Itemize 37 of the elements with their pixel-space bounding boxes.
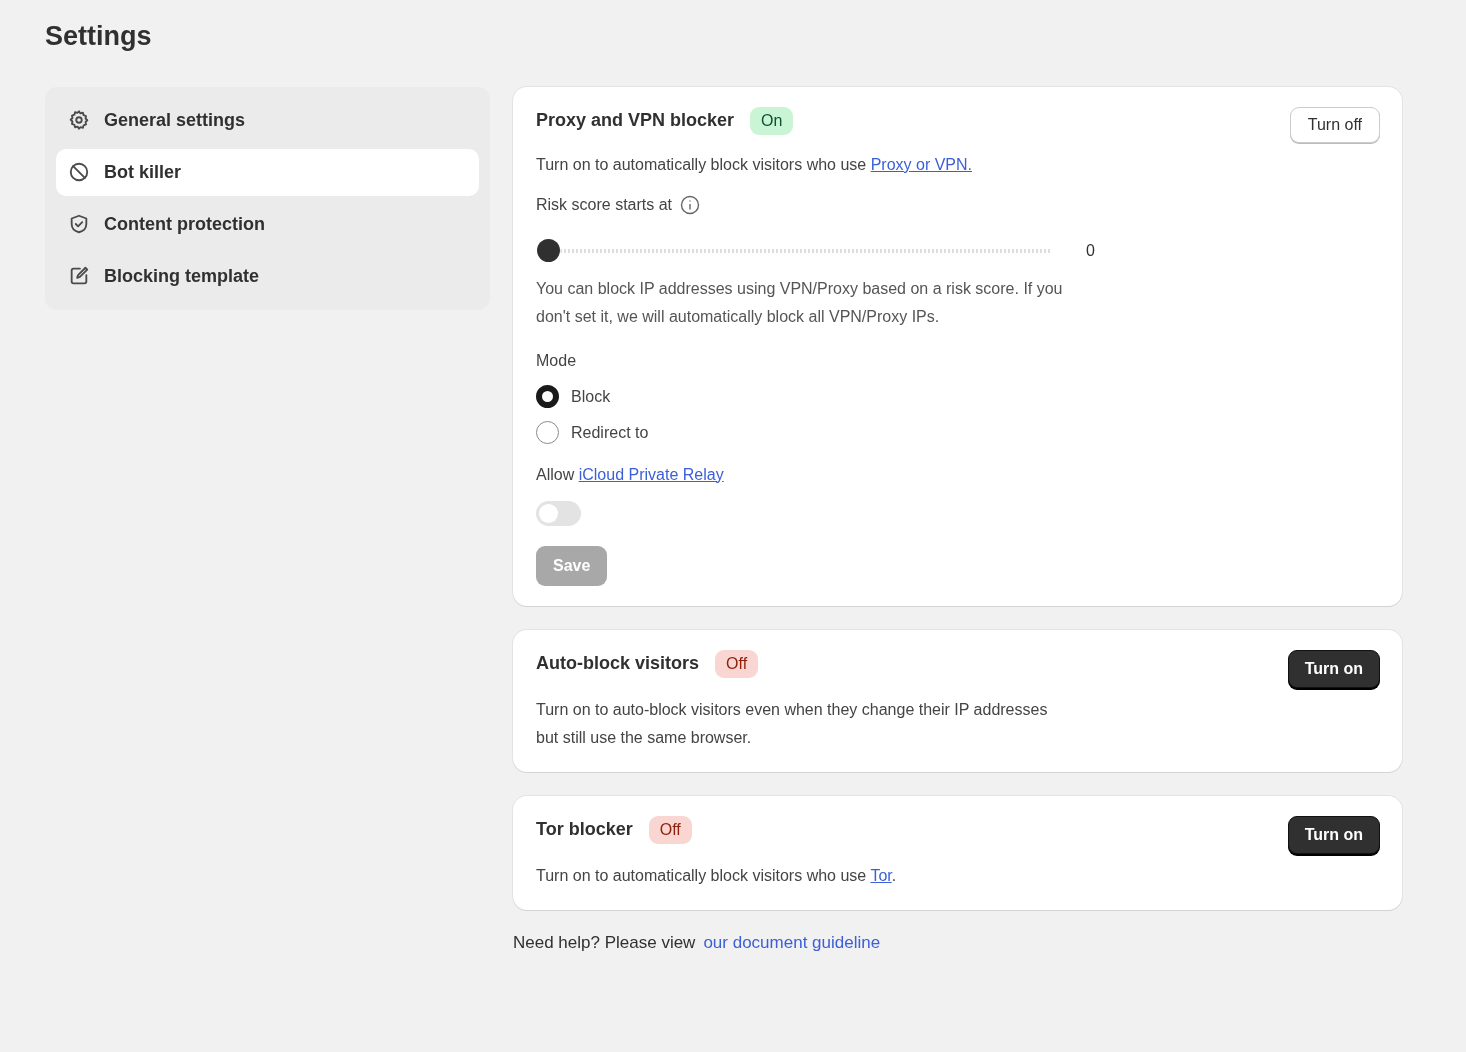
- description-link[interactable]: Tor: [870, 866, 892, 884]
- turn-off-button[interactable]: Turn off: [1289, 106, 1380, 143]
- description-link[interactable]: Proxy or VPN.: [870, 155, 973, 173]
- turn-on-button[interactable]: Turn on: [1287, 815, 1380, 854]
- field-label: Risk score starts at: [536, 194, 673, 215]
- card-description: Turn on to auto-block visitors even when they change their IP addresses but still use the same browser.: [536, 699, 1049, 748]
- status-badge: On: [750, 106, 794, 135]
- card-description: Turn on to automatically block visitors who use Proxy or VPN.: [536, 154, 974, 175]
- help-text: Need help? Please view: [513, 932, 696, 952]
- help-text: You can block IP addresses using VPN/Proxy based on a risk score. If you don't set it, we will automatically block all VPN/Proxy IPs.: [536, 278, 1064, 327]
- status-badge: Off: [648, 815, 692, 844]
- slider-value: 0: [1086, 240, 1095, 261]
- relay-link[interactable]: iCloud Private Relay: [578, 465, 724, 483]
- edit-icon: [68, 265, 90, 287]
- guideline-link[interactable]: our document guideline: [703, 932, 881, 952]
- info-icon[interactable]: [680, 194, 701, 215]
- radio-button[interactable]: [536, 385, 559, 408]
- field-label: Mode: [536, 350, 578, 371]
- sidebar-item[interactable]: Bot killer: [56, 148, 479, 196]
- slider-thumb[interactable]: [537, 239, 560, 262]
- status-badge: Off: [715, 649, 759, 678]
- card-title: Auto-block visitors: [536, 652, 700, 675]
- card-title: Tor blocker: [536, 818, 633, 841]
- card-title: Proxy and VPN blocker: [536, 109, 735, 132]
- radio-label: Redirect to: [571, 422, 649, 443]
- turn-on-button[interactable]: Turn on: [1287, 649, 1380, 688]
- prohibited-icon: [68, 161, 90, 183]
- sidebar-item[interactable]: Content protection: [56, 200, 479, 248]
- toggle-switch[interactable]: [536, 500, 581, 526]
- radio-label: Block: [571, 386, 611, 407]
- gear-icon: [68, 109, 90, 131]
- shield-check-icon: [68, 213, 90, 235]
- sidebar-item[interactable]: General settings: [56, 96, 479, 144]
- relay-label: Allow iCloud Private Relay: [536, 464, 725, 485]
- card-description: Turn on to automatically block visitors who use Tor.: [536, 865, 898, 886]
- page-title: Settings: [45, 20, 153, 53]
- sidebar-item[interactable]: Blocking template: [56, 252, 479, 300]
